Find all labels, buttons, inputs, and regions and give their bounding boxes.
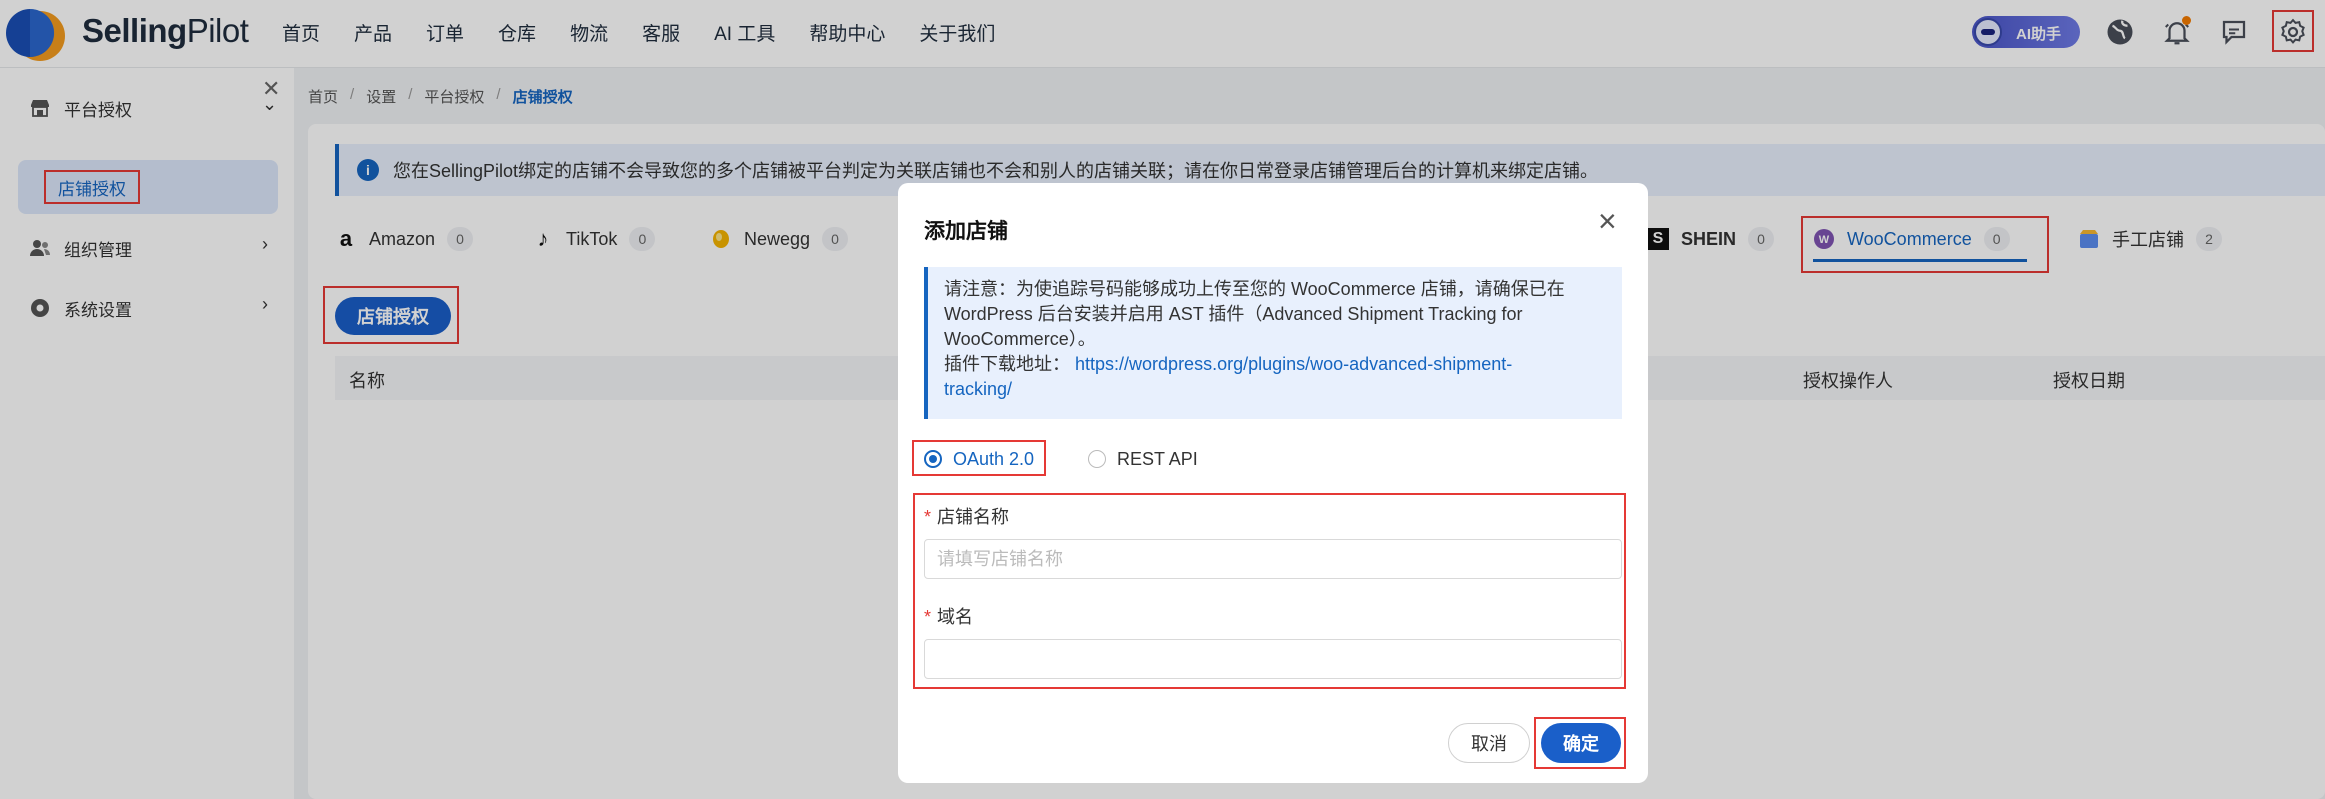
close-icon[interactable]: ×	[1598, 205, 1617, 237]
store-name-label: * 店铺名称	[924, 507, 1010, 527]
plugin-download-link[interactable]: https://wordpress.org/plugins/woo-advanc…	[1075, 354, 1512, 374]
radio-rest-api[interactable]: REST API	[1088, 448, 1198, 470]
radio-unchecked-icon	[1088, 450, 1106, 468]
plugin-download-link[interactable]: tracking/	[944, 377, 1608, 402]
radio-oauth[interactable]: OAuth 2.0	[924, 448, 1034, 470]
confirm-button[interactable]: 确定	[1541, 723, 1621, 763]
radio-checked-icon	[924, 450, 942, 468]
notice-line: WordPress 后台安装并启用 AST 插件（Advanced Shipme…	[944, 304, 1523, 324]
notice-line: WooCommerce）。	[944, 329, 1096, 349]
required-mark: *	[924, 507, 932, 527]
download-label: 插件下载地址：	[944, 354, 1070, 374]
store-name-input[interactable]	[924, 539, 1622, 579]
domain-input[interactable]	[924, 639, 1622, 679]
required-mark: *	[924, 607, 932, 627]
notice-line: 请注意：为使追踪号码能够成功上传至您的 WooCommerce 店铺，请确保已在	[944, 279, 1565, 299]
domain-label: * 域名	[924, 607, 974, 627]
notice-download-row: 插件下载地址： https://wordpress.org/plugins/wo…	[944, 352, 1608, 377]
plugin-notice: 请注意：为使追踪号码能够成功上传至您的 WooCommerce 店铺，请确保已在…	[924, 267, 1622, 419]
radio-label: OAuth 2.0	[953, 448, 1035, 469]
cancel-button[interactable]: 取消	[1448, 723, 1530, 763]
dialog-title: 添加店铺	[924, 220, 1008, 243]
add-store-dialog: 添加店铺 × 请注意：为使追踪号码能够成功上传至您的 WooCommerce 店…	[898, 183, 1648, 783]
radio-label: REST API	[1117, 448, 1198, 469]
